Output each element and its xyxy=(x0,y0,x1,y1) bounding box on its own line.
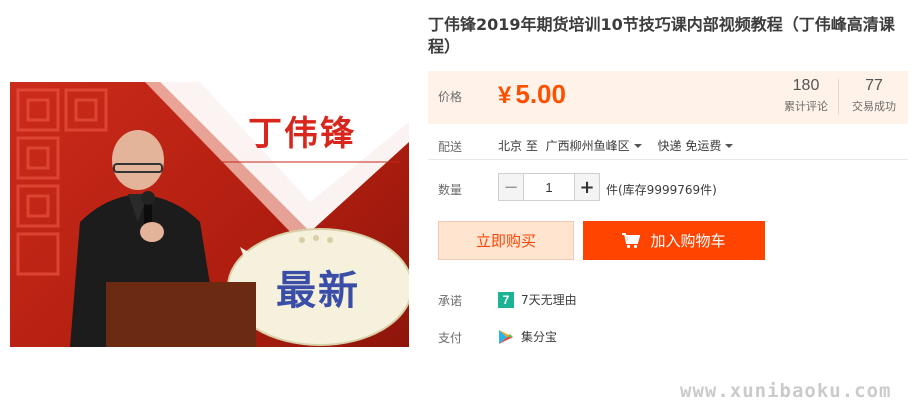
buy-now-button[interactable]: 立即购买 xyxy=(438,221,574,260)
watermark: www.xunibaoku.com xyxy=(680,380,892,402)
add-to-cart-button[interactable]: 加入购物车 xyxy=(583,221,765,260)
chevron-down-icon xyxy=(633,143,642,148)
promise-feature[interactable]: 7 7天无理由 xyxy=(498,291,577,308)
quantity-input[interactable] xyxy=(524,173,574,201)
destination-text: 广西柳州鱼峰区 xyxy=(545,139,630,153)
price-value: ¥5.00 xyxy=(498,79,566,110)
price-amount: 5.00 xyxy=(515,79,566,109)
price-panel: 价格 ¥5.00 180 累计评论 77 交易成功 xyxy=(428,71,908,124)
decrease-button[interactable]: − xyxy=(498,173,524,201)
stock-text: 件(库存9999769件) xyxy=(606,183,717,197)
stat-divider xyxy=(838,79,839,115)
image-badge-text: 最新 xyxy=(276,268,360,314)
quantity-row: 数量 − + 件(库存9999769件) xyxy=(428,173,908,203)
delivery-row: 配送 北京 至 广西柳州鱼峰区 快递 免运费 xyxy=(428,136,908,160)
quantity-stepper: − + xyxy=(498,173,600,201)
increase-button[interactable]: + xyxy=(574,173,600,201)
deals-stat: 77 交易成功 xyxy=(844,77,904,114)
delivery-content: 北京 至 广西柳州鱼峰区 快递 免运费 xyxy=(498,137,734,154)
payment-text: 集分宝 xyxy=(521,330,558,344)
add-to-cart-label: 加入购物车 xyxy=(650,232,726,250)
price-label: 价格 xyxy=(438,90,463,104)
jifenbao-icon xyxy=(499,329,513,344)
product-image[interactable]: 丁伟锋 最新 xyxy=(10,82,409,347)
destination-selector[interactable]: 广西柳州鱼峰区 xyxy=(545,138,646,153)
payment-label: 支付 xyxy=(438,331,463,345)
reviews-label: 累计评论 xyxy=(784,100,828,113)
reviews-stat[interactable]: 180 累计评论 xyxy=(776,77,836,114)
deals-count: 77 xyxy=(865,77,883,94)
deals-label: 交易成功 xyxy=(852,100,896,113)
product-title: 丁伟锋2019年期货培训10节技巧课内部视频教程（丁伟峰高清课程） xyxy=(428,15,895,56)
delivery-from: 北京 至 xyxy=(498,139,538,153)
promise-label: 承诺 xyxy=(438,294,463,308)
payment-feature[interactable]: 集分宝 xyxy=(498,328,557,345)
image-title-text: 丁伟锋 xyxy=(248,114,356,154)
chevron-down-icon xyxy=(725,143,734,148)
shipping-selector[interactable]: 快递 免运费 xyxy=(657,138,734,153)
currency-symbol: ¥ xyxy=(498,82,512,109)
quantity-label: 数量 xyxy=(438,183,463,197)
payment-row: 支付 集分宝 xyxy=(428,328,908,346)
shipping-text: 快递 免运费 xyxy=(657,139,722,153)
seven-days-icon: 7 xyxy=(498,291,514,308)
delivery-label: 配送 xyxy=(438,140,463,154)
promise-text: 7天无理由 xyxy=(521,293,577,307)
shopping-cart-icon xyxy=(622,232,641,248)
reviews-count: 180 xyxy=(792,77,820,94)
promise-row: 承诺 7 7天无理由 xyxy=(428,291,908,309)
